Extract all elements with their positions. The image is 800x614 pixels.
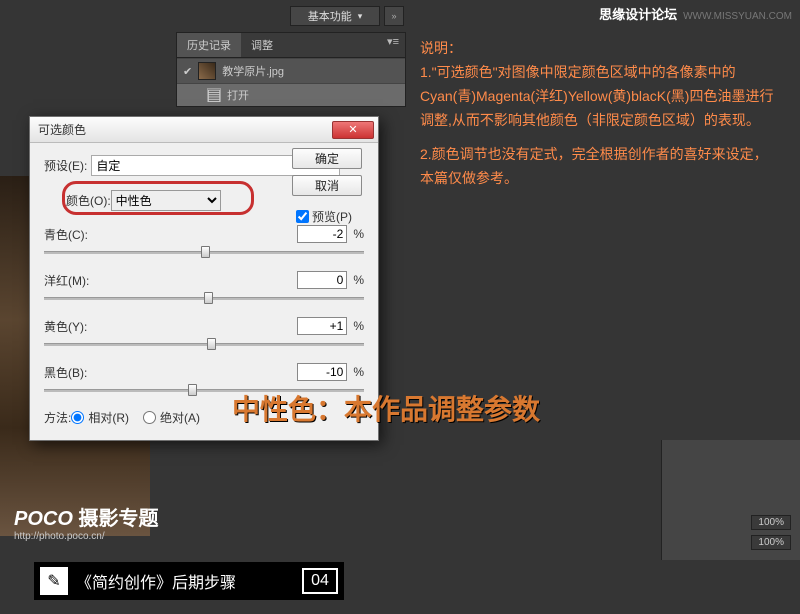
history-thumb — [198, 62, 216, 80]
open-icon: ▤ — [207, 88, 221, 102]
slider-track[interactable] — [44, 337, 364, 351]
tab-history[interactable]: 历史记录 — [177, 33, 241, 57]
slider-track[interactable] — [44, 245, 364, 259]
history-root[interactable]: ✔ 教学原片.jpg — [177, 58, 405, 83]
method-absolute-label: 绝对(A) — [160, 409, 200, 426]
workspace-expand[interactable]: » — [384, 6, 404, 26]
slider-label: 黄色(Y): — [44, 318, 106, 335]
ok-button[interactable]: 确定 — [292, 148, 362, 169]
watermark: 思缘设计论坛WWW.MISSYUAN.COM — [599, 4, 792, 23]
footer-step-number: 04 — [302, 568, 338, 594]
preview-checkbox[interactable] — [296, 210, 309, 223]
slider-thumb[interactable] — [204, 292, 213, 304]
preview-label: 预览(P) — [312, 208, 352, 225]
dialog-titlebar[interactable]: 可选颜色 ✕ — [30, 117, 378, 143]
method-label: 方法: — [44, 409, 71, 426]
poco-watermark: POCO 摄影专题 http://photo.poco.cn/ — [14, 502, 158, 542]
panel-tabs: 历史记录 调整 ▾≡ — [177, 33, 405, 58]
dialog-title: 可选颜色 — [38, 121, 86, 138]
method-absolute-radio[interactable] — [143, 411, 156, 424]
history-panel: 历史记录 调整 ▾≡ ✔ 教学原片.jpg ▤ 打开 — [176, 32, 406, 107]
slider-label: 青色(C): — [44, 226, 106, 243]
layers-strip: 100% 100% — [661, 440, 800, 560]
slider-thumb[interactable] — [207, 338, 216, 350]
close-icon[interactable]: ✕ — [332, 121, 374, 139]
history-label: 教学原片.jpg — [222, 63, 284, 79]
annotation-caption: 中性色：本作品调整参数 — [232, 388, 540, 428]
slider-thumb[interactable] — [188, 384, 197, 396]
cancel-button[interactable]: 取消 — [292, 175, 362, 196]
slider-value-input[interactable] — [297, 317, 347, 335]
color-label: 颜色(O): — [66, 192, 111, 209]
preset-label: 预设(E): — [44, 157, 87, 174]
method-relative-label: 相对(R) — [88, 409, 129, 426]
slider-track[interactable] — [44, 291, 364, 305]
color-select[interactable]: 中性色 — [111, 190, 221, 211]
footer-title: 《简约创作》后期步骤 — [76, 569, 236, 593]
opacity-value[interactable]: 100% — [751, 515, 791, 530]
slider-value-input[interactable] — [297, 225, 347, 243]
history-label: 打开 — [227, 87, 249, 103]
tutorial-footer: ✎ 《简约创作》后期步骤 04 — [34, 562, 344, 600]
explanation-text: 说明： 1."可选颜色"对图像中限定颜色区域中的各像素中的Cyan(青)Mage… — [420, 36, 780, 190]
fill-value[interactable]: 100% — [751, 535, 791, 550]
panel-menu-icon[interactable]: ▾≡ — [381, 33, 405, 57]
history-step[interactable]: ▤ 打开 — [177, 83, 405, 106]
slider-label: 洋红(M): — [44, 272, 106, 289]
slider-label: 黑色(B): — [44, 364, 106, 381]
brush-icon: ✔ — [183, 65, 192, 78]
footer-icon: ✎ — [40, 567, 68, 595]
tab-adjust[interactable]: 调整 — [241, 33, 283, 57]
method-relative-radio[interactable] — [71, 411, 84, 424]
workspace-switcher[interactable]: 基本功能 — [290, 6, 380, 26]
slider-value-input[interactable] — [297, 363, 347, 381]
slider-thumb[interactable] — [201, 246, 210, 258]
slider-value-input[interactable] — [297, 271, 347, 289]
